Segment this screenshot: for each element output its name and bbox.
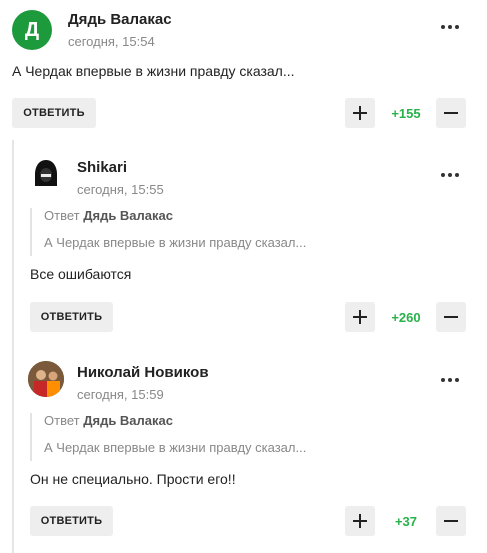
plus-icon — [353, 310, 367, 324]
avatar-letter: Д — [24, 18, 40, 41]
plus-icon — [353, 514, 367, 528]
more-options-icon[interactable] — [438, 17, 462, 37]
comment-author[interactable]: Дядь Валакас — [68, 11, 172, 28]
comment: Shikari сегодня, 15:55 Ответ Дядь Валака… — [0, 140, 487, 345]
hooded-figure-icon — [35, 160, 57, 186]
comment-date: сегодня, 15:54 — [68, 34, 155, 49]
comment-author[interactable]: Shikari — [77, 159, 127, 176]
reply-button[interactable]: ОТВЕТИТЬ — [30, 506, 113, 536]
upvote-button[interactable] — [345, 506, 375, 536]
quote-author: Дядь Валакас — [83, 208, 173, 223]
upvote-button[interactable] — [345, 302, 375, 332]
reply-quote[interactable]: Ответ Дядь Валакас А Чердак впервые в жи… — [30, 208, 360, 256]
comment-text: А Чердак впервые в жизни правду сказал..… — [12, 63, 295, 79]
comment-text: Он не специально. Прости его!! — [30, 471, 236, 487]
downvote-button[interactable] — [436, 506, 466, 536]
quote-text: А Чердак впервые в жизни правду сказал..… — [44, 440, 307, 455]
comment: Николай Новиков сегодня, 15:59 Ответ Дяд… — [0, 345, 487, 553]
avatar[interactable] — [28, 361, 64, 397]
quote-header: Ответ Дядь Валакас — [44, 208, 360, 223]
quote-header: Ответ Дядь Валакас — [44, 413, 360, 428]
more-options-icon[interactable] — [438, 370, 462, 390]
quote-author: Дядь Валакас — [83, 413, 173, 428]
plus-icon — [353, 106, 367, 120]
avatar[interactable] — [28, 156, 64, 192]
reply-quote[interactable]: Ответ Дядь Валакас А Чердак впервые в жи… — [30, 413, 360, 461]
vote-score: +260 — [391, 310, 421, 325]
reply-button[interactable]: ОТВЕТИТЬ — [12, 98, 96, 128]
comment: Д Дядь Валакас сегодня, 15:54 А Чердак в… — [0, 0, 487, 135]
comment-author[interactable]: Николай Новиков — [77, 364, 209, 381]
upvote-button[interactable] — [345, 98, 375, 128]
comment-text: Все ошибаются — [30, 266, 132, 282]
vote-score: +37 — [394, 514, 418, 529]
reply-button[interactable]: ОТВЕТИТЬ — [30, 302, 113, 332]
quote-text: А Чердак впервые в жизни правду сказал..… — [44, 235, 307, 250]
comment-date: сегодня, 15:59 — [77, 387, 164, 402]
quote-prefix: Ответ — [44, 208, 80, 223]
minus-icon — [444, 520, 458, 522]
downvote-button[interactable] — [436, 302, 466, 332]
vote-score: +155 — [391, 106, 421, 121]
avatar[interactable]: Д — [12, 10, 52, 50]
comment-date: сегодня, 15:55 — [77, 182, 164, 197]
more-options-icon[interactable] — [438, 165, 462, 185]
minus-icon — [444, 316, 458, 318]
minus-icon — [444, 112, 458, 114]
user-photo-icon — [28, 361, 64, 397]
downvote-button[interactable] — [436, 98, 466, 128]
quote-prefix: Ответ — [44, 413, 80, 428]
